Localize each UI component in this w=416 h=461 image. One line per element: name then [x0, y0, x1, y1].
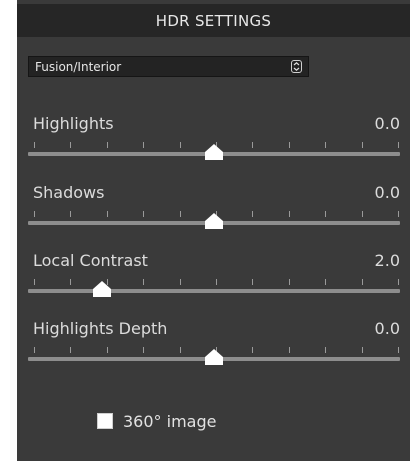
slider-tick	[106, 142, 108, 148]
slider-tick	[398, 347, 399, 353]
panel-header: HDR SETTINGS	[17, 4, 410, 37]
slider-ticks	[34, 279, 399, 285]
slider-tick	[34, 211, 35, 217]
slider-tick	[252, 142, 254, 148]
slider-tick	[70, 279, 72, 285]
slider-tick	[70, 142, 72, 148]
slider-tick	[34, 347, 35, 353]
slider-tick	[361, 279, 363, 285]
slider-tick	[361, 347, 363, 353]
slider-tick	[34, 279, 35, 285]
slider-track[interactable]	[28, 289, 400, 293]
slider-tick	[288, 142, 290, 148]
slider-tick	[179, 211, 181, 217]
slider-shadows: Shadows 0.0	[17, 183, 410, 245]
slider-value: 0.0	[374, 183, 400, 202]
slider-tick	[288, 211, 290, 217]
slider-tick	[325, 279, 327, 285]
slider-highlights: Highlights 0.0	[17, 114, 410, 176]
slider-tick	[143, 142, 145, 148]
slider-tick	[361, 142, 363, 148]
slider-tick	[361, 211, 363, 217]
slider-tick	[179, 279, 181, 285]
slider-tick	[179, 142, 181, 148]
slider-tick	[70, 211, 72, 217]
slider-label: Highlights	[33, 114, 114, 133]
image360-label: 360° image	[123, 411, 217, 431]
slider-tick	[106, 211, 108, 217]
slider-tick	[252, 279, 254, 285]
slider-thumb[interactable]	[93, 281, 112, 297]
image360-checkbox[interactable]	[97, 413, 113, 429]
slider-value: 0.0	[374, 114, 400, 133]
slider-tick	[398, 142, 399, 148]
preset-select-value: Fusion/Interior	[35, 59, 122, 74]
slider-value: 0.0	[374, 319, 400, 338]
slider-thumb[interactable]	[205, 144, 223, 160]
slider-highlights-depth: Highlights Depth 0.0	[17, 319, 410, 381]
slider-tick	[252, 211, 254, 217]
slider-tick	[106, 347, 108, 353]
preset-select[interactable]: Fusion/Interior	[28, 56, 309, 77]
slider-label: Highlights Depth	[33, 319, 168, 338]
slider-tick	[398, 211, 399, 217]
slider-thumb[interactable]	[205, 349, 223, 365]
slider-tick	[288, 279, 290, 285]
slider-tick	[325, 347, 327, 353]
slider-thumb[interactable]	[205, 213, 223, 229]
slider-tick	[398, 279, 399, 285]
slider-tick	[252, 347, 254, 353]
chevron-updown-icon	[291, 60, 302, 73]
slider-tick	[288, 347, 290, 353]
image360-row: 360° image	[97, 411, 216, 431]
slider-tick	[143, 211, 145, 217]
slider-value: 2.0	[374, 251, 400, 270]
slider-label: Local Contrast	[33, 251, 148, 270]
slider-tick	[325, 142, 327, 148]
hdr-settings-panel: HDR SETTINGS Fusion/Interior Highlights …	[17, 0, 410, 461]
slider-tick	[325, 211, 327, 217]
slider-tick	[143, 347, 145, 353]
panel-title: HDR SETTINGS	[155, 11, 272, 30]
slider-local-contrast: Local Contrast 2.0	[17, 251, 410, 313]
slider-tick	[34, 142, 35, 148]
slider-tick	[179, 347, 181, 353]
slider-tick	[216, 279, 217, 285]
slider-label: Shadows	[33, 183, 105, 202]
slider-tick	[70, 347, 72, 353]
slider-tick	[143, 279, 145, 285]
